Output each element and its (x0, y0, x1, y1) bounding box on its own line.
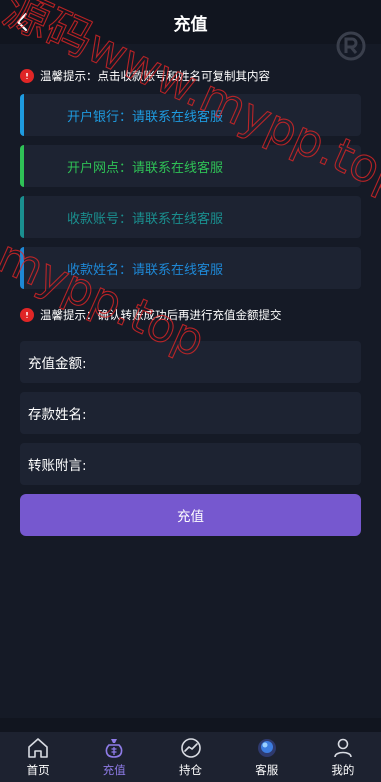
info-label: 收款账号： (67, 211, 133, 227)
tab-recharge[interactable]: 充值 (76, 732, 152, 782)
accent-bar (20, 94, 24, 136)
amount-label: 充值金额: (28, 356, 87, 372)
tab-mine[interactable]: 我的 (305, 732, 381, 782)
tab-label: 首页 (26, 763, 50, 777)
info-value: 请联系在线客服 (132, 211, 224, 227)
note-input[interactable] (86, 443, 361, 485)
amount-input[interactable] (86, 341, 361, 383)
amount-field[interactable]: 充值金额: (20, 341, 361, 383)
tab-label: 充值 (102, 763, 126, 777)
confirm-tip-text: 温馨提示：确认转账成功后再进行充值金额提交 (40, 308, 282, 322)
info-row-bank[interactable]: 开户银行： 请联系在线客服 (20, 94, 361, 136)
info-label: 开户银行： (67, 109, 133, 125)
main-content: 温馨提示：点击收款账号和姓名可复制其内容 开户银行： 请联系在线客服 开户网点：… (0, 64, 381, 536)
tab-label: 持仓 (179, 763, 202, 777)
tab-home[interactable]: 首页 (0, 732, 76, 782)
info-label: 收款姓名： (67, 262, 133, 278)
info-row-name[interactable]: 收款姓名： 请联系在线客服 (20, 247, 361, 289)
header: 充值 (0, 0, 381, 44)
customer-service-icon (257, 739, 276, 757)
tab-positions[interactable]: 持仓 (152, 732, 228, 782)
warning-icon (20, 308, 34, 322)
accent-bar (20, 196, 24, 238)
tab-bar: 首页 充值 持仓 客服 我的 (0, 732, 381, 782)
page-title: 充值 (173, 14, 208, 35)
name-label: 存款姓名: (28, 407, 87, 423)
name-input[interactable] (86, 392, 361, 434)
info-row-branch[interactable]: 开户网点： 请联系在线客服 (20, 145, 361, 187)
note-label: 转账附言: (28, 458, 87, 474)
bank-info-list: 开户银行： 请联系在线客服 开户网点： 请联系在线客服 收款账号： 请联系在线客… (20, 94, 361, 289)
copy-tip-text: 温馨提示：点击收款账号和姓名可复制其内容 (40, 69, 270, 83)
chevron-left-icon (16, 12, 28, 32)
warning-icon (20, 69, 34, 83)
info-label: 开户网点： (67, 160, 133, 176)
info-row-account[interactable]: 收款账号： 请联系在线客服 (20, 196, 361, 238)
copy-tip: 温馨提示：点击收款账号和姓名可复制其内容 (20, 64, 361, 88)
money-bag-icon (105, 739, 123, 758)
user-icon (334, 738, 352, 758)
home-icon (28, 738, 48, 758)
info-value: 请联系在线客服 (132, 262, 224, 278)
tab-service[interactable]: 客服 (229, 732, 305, 782)
divider (0, 718, 381, 732)
note-field[interactable]: 转账附言: (20, 443, 361, 485)
submit-button[interactable]: 充值 (20, 494, 361, 536)
back-button[interactable] (8, 8, 36, 36)
info-value: 请联系在线客服 (132, 109, 224, 125)
accent-bar (20, 145, 24, 187)
info-value: 请联系在线客服 (132, 160, 224, 176)
accent-bar (20, 247, 24, 289)
confirm-tip: 温馨提示：确认转账成功后再进行充值金额提交 (20, 303, 361, 327)
name-field[interactable]: 存款姓名: (20, 392, 361, 434)
tab-label: 客服 (255, 763, 279, 777)
deposit-form: 充值金额: 存款姓名: 转账附言: 充值 (20, 341, 361, 536)
registered-logo-icon (336, 31, 366, 61)
tab-label: 我的 (331, 763, 355, 777)
chart-icon (180, 738, 201, 758)
